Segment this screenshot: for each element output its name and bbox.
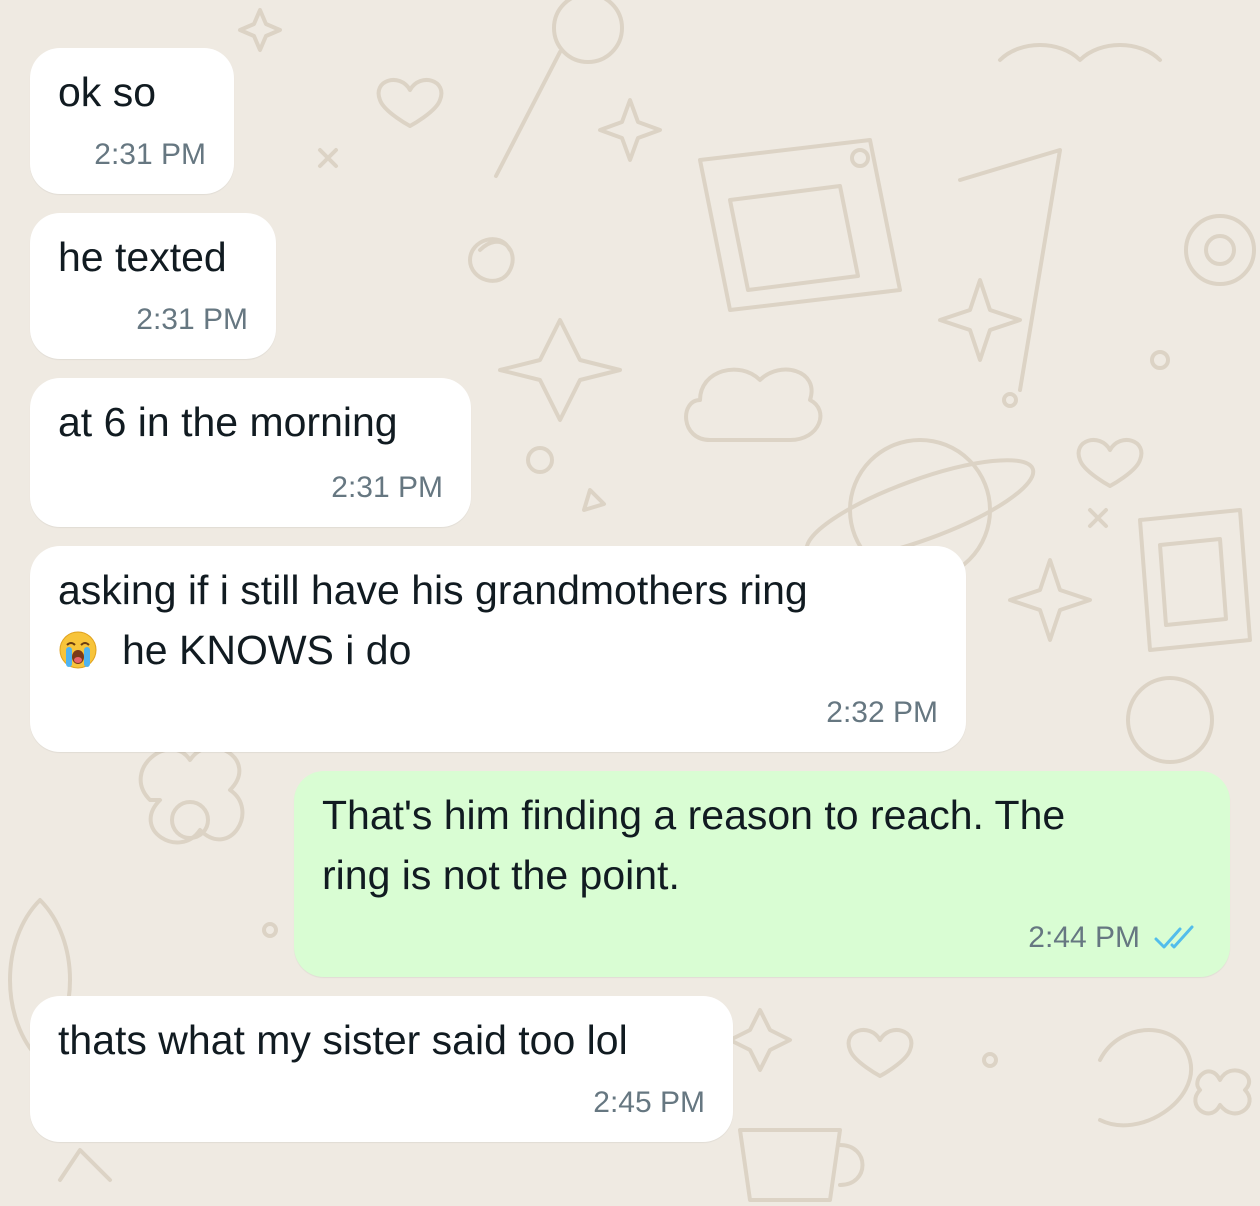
message-meta: 2:32 PM: [826, 696, 938, 730]
message-text: thats what my sister said too lol: [58, 1017, 628, 1063]
message-meta: 2:31 PM: [136, 303, 248, 337]
chat-message-list[interactable]: ok so 2:31 PM he texted 2:31 PM at 6 in …: [0, 0, 1260, 1206]
message-text-line-2-text: he KNOWS i do: [122, 627, 412, 673]
message-meta: 2:31 PM: [331, 471, 443, 505]
message-text-line-2: he KNOWS i do: [58, 620, 938, 680]
incoming-message[interactable]: he texted 2:31 PM: [30, 213, 276, 359]
incoming-message[interactable]: thats what my sister said too lol 2:45 P…: [30, 996, 733, 1142]
message-text: ok so: [58, 69, 156, 115]
message-time: 2:32 PM: [826, 696, 938, 729]
message-meta: 2:45 PM: [593, 1086, 705, 1120]
message-time: 2:31 PM: [331, 471, 443, 504]
message-time: 2:31 PM: [136, 303, 248, 336]
message-time: 2:45 PM: [593, 1086, 705, 1119]
outgoing-message[interactable]: That's him finding a reason to reach. Th…: [294, 771, 1230, 977]
message-meta: 2:31 PM: [94, 138, 206, 172]
message-time: 2:44 PM: [1028, 921, 1140, 954]
message-text: That's him finding a reason to reach. Th…: [322, 792, 1066, 838]
message-text: he texted: [58, 234, 227, 280]
message-text: at 6 in the morning: [58, 399, 398, 445]
double-check-icon: [1154, 925, 1194, 949]
message-meta: 2:44 PM: [1028, 921, 1202, 955]
incoming-message[interactable]: ok so 2:31 PM: [30, 48, 234, 194]
incoming-message[interactable]: asking if i still have his grandmothers …: [30, 546, 966, 752]
incoming-message[interactable]: at 6 in the morning 2:31 PM: [30, 378, 471, 527]
message-text: asking if i still have his grandmothers …: [58, 567, 808, 613]
message-time: 2:31 PM: [94, 138, 206, 171]
message-text-line-2: ring is not the point.: [322, 852, 680, 898]
loudly-crying-face-emoji: [59, 631, 97, 669]
